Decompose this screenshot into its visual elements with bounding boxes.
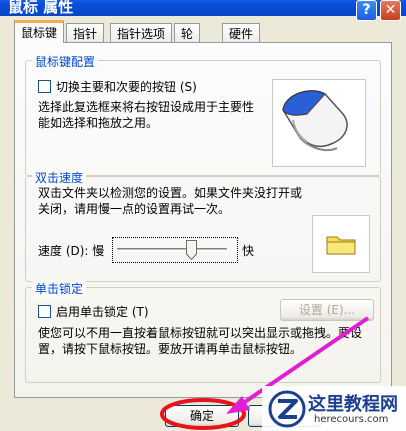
watermark-url: herecours.com [314, 414, 389, 425]
test-folder[interactable] [312, 215, 370, 273]
slider-track [117, 248, 227, 251]
tab-hardware[interactable]: 硬件 [222, 23, 261, 42]
watermark-logo-icon [268, 390, 306, 428]
watermark: 这里教程网 herecours.com [262, 386, 406, 431]
speed-label: 速度 (D): 慢 [38, 244, 105, 258]
slider-thumb[interactable] [186, 240, 198, 260]
button-config-group: 鼠标键配置 切换主要和次要的按钮 (S) 选择此复选框来将右按钮设成用于主要性能… [25, 53, 381, 176]
window-title: 鼠标 属性 [8, 0, 74, 16]
click-lock-label: 启用单击锁定 (T) [56, 305, 149, 319]
help-button[interactable]: ? [356, 0, 377, 21]
mouse-icon [282, 90, 348, 152]
title-bar: 鼠标 属性 ? ✕ [0, 0, 406, 21]
tab-buttons[interactable]: 鼠标键 [14, 20, 65, 43]
mouse-image [272, 79, 366, 167]
button-config-legend: 鼠标键配置 [32, 53, 99, 70]
fast-label: 快 [242, 244, 255, 258]
click-lock-checkbox[interactable] [38, 305, 51, 318]
swap-buttons-description: 选择此复选框来将右按钮设成用于主要性能如选择和拖放之用。 [38, 100, 255, 130]
double-click-description: 双击文件夹以检测您的设置。如果文件夹没打开或关闭，请用慢一点的设置再试一次。 [38, 186, 303, 216]
watermark-title: 这里教程网 [308, 394, 398, 415]
tab-page-buttons: 鼠标键配置 切换主要和次要的按钮 (S) 选择此复选框来将右按钮设成用于主要性能… [14, 42, 392, 398]
click-lock-group: 单击锁定 启用单击锁定 (T) 设置 (E)... 使您可以不用一直按着鼠标按钮… [25, 280, 381, 383]
folder-icon [326, 236, 356, 255]
double-click-speed-slider[interactable] [112, 237, 238, 263]
swap-buttons-checkbox-row[interactable]: 切换主要和次要的按钮 (S) [38, 78, 197, 95]
click-lock-settings-button[interactable]: 设置 (E)... [280, 299, 374, 321]
tab-pointer-options[interactable]: 指针选项 [110, 23, 173, 42]
swap-buttons-checkbox[interactable] [38, 80, 51, 93]
double-click-legend: 双击速度 [32, 169, 87, 186]
click-lock-legend: 单击锁定 [32, 280, 87, 297]
tab-pointers[interactable]: 指针 [66, 23, 105, 42]
click-lock-checkbox-row[interactable]: 启用单击锁定 (T) [38, 303, 149, 320]
close-button[interactable]: ✕ [380, 0, 401, 21]
click-lock-description: 使您可以不用一直按着鼠标按钮就可以突出显示或拖拽。要设置，请按下鼠标按钮。要放开… [38, 326, 363, 356]
swap-buttons-label: 切换主要和次要的按钮 (S) [56, 80, 197, 94]
tab-wheel[interactable]: 轮 [174, 23, 201, 42]
double-click-group: 双击速度 双击文件夹以检测您的设置。如果文件夹没打开或关闭，请用慢一点的设置再试… [25, 169, 381, 282]
ok-button[interactable]: 确定 [165, 405, 239, 427]
